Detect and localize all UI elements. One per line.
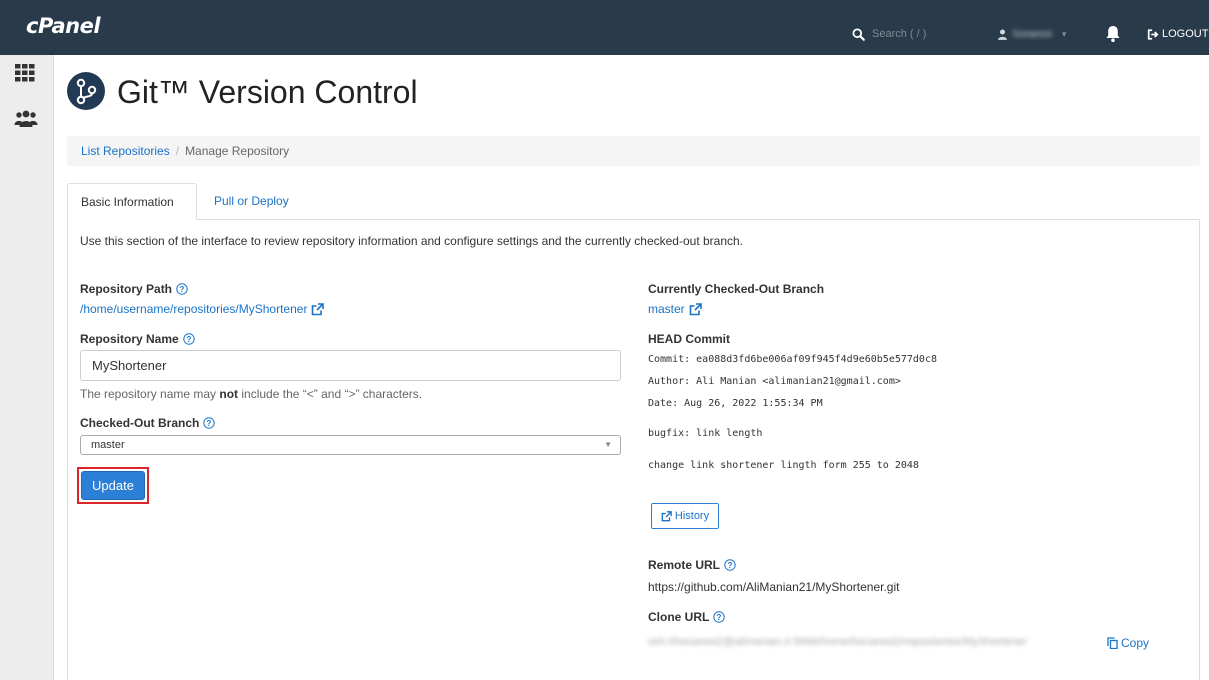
external-link-icon bbox=[661, 510, 672, 521]
bell-icon[interactable] bbox=[1105, 25, 1121, 43]
update-button[interactable]: Update bbox=[81, 471, 145, 500]
tab-basic-information[interactable]: Basic Information bbox=[67, 183, 197, 220]
hint-before: The repository name may bbox=[80, 387, 220, 401]
git-icon bbox=[67, 72, 105, 110]
svg-text:?: ? bbox=[717, 613, 722, 622]
cpanel-logo[interactable]: cPanel bbox=[26, 14, 101, 38]
repository-name-input[interactable] bbox=[80, 350, 621, 381]
repository-path-link[interactable]: /home/username/repositories/MyShortener bbox=[80, 302, 325, 316]
svg-text:?: ? bbox=[186, 335, 191, 344]
help-icon[interactable]: ? bbox=[203, 417, 216, 429]
commit-date: Date: Aug 26, 2022 1:55:34 PM bbox=[648, 398, 823, 409]
breadcrumb-current: Manage Repository bbox=[185, 144, 290, 158]
clone-url-value: ssh://honareoi2@alimanian.ir:9966/home/h… bbox=[648, 636, 1027, 648]
commit-body: change link shortener lingth form 255 to… bbox=[648, 460, 919, 471]
repository-name-hint: The repository name may not include the … bbox=[80, 387, 422, 401]
logout-button[interactable]: LOGOUT bbox=[1147, 24, 1208, 44]
external-link-icon bbox=[689, 302, 702, 315]
repository-path-value: /home/username/repositories/MyShortener bbox=[80, 302, 308, 316]
commit-subject: bugfix: link length bbox=[648, 428, 763, 439]
user-icon bbox=[998, 28, 1007, 40]
copy-icon bbox=[1107, 637, 1118, 649]
breadcrumb: List Repositories / Manage Repository bbox=[67, 136, 1200, 166]
commit-author: Author: Ali Manian <alimanian21@gmail.co… bbox=[648, 376, 901, 387]
head-commit-label: HEAD Commit bbox=[648, 332, 731, 346]
intro-text: Use this section of the interface to rev… bbox=[80, 234, 744, 248]
help-icon[interactable]: ? bbox=[724, 559, 736, 571]
current-branch-link[interactable]: master bbox=[648, 302, 702, 316]
external-link-icon bbox=[312, 302, 325, 315]
remote-url-label-text: Remote URL bbox=[648, 558, 721, 572]
hint-bold: not bbox=[219, 387, 239, 401]
user-name: honareoi bbox=[1013, 28, 1052, 40]
tab-pull-or-deploy[interactable]: Pull or Deploy bbox=[201, 183, 302, 220]
commit-hash: Commit: ea088d3fd6be006af09f945f4d9e60b5… bbox=[648, 354, 937, 365]
users-icon[interactable] bbox=[14, 110, 38, 128]
clone-url-label: Clone URL ? bbox=[648, 610, 726, 624]
chevron-down-icon: ▾ bbox=[1061, 28, 1067, 39]
search-input[interactable] bbox=[872, 28, 982, 40]
repository-path-label: Repository Path ? bbox=[80, 282, 188, 296]
breadcrumb-separator: / bbox=[175, 144, 180, 158]
left-rail bbox=[0, 55, 54, 680]
repository-path-label-text: Repository Path bbox=[80, 282, 173, 296]
remote-url-value: https://github.com/AliManian21/MyShorten… bbox=[648, 580, 900, 594]
tab-bar: Basic Information Pull or Deploy bbox=[67, 183, 1200, 220]
help-icon[interactable]: ? bbox=[183, 333, 195, 345]
breadcrumb-list-repositories[interactable]: List Repositories bbox=[81, 144, 170, 158]
help-icon[interactable]: ? bbox=[176, 283, 188, 295]
branch-select[interactable]: master ▼ bbox=[80, 435, 621, 455]
chevron-down-icon: ▼ bbox=[604, 440, 612, 449]
history-label: History bbox=[674, 510, 710, 522]
history-button[interactable]: History bbox=[651, 503, 719, 529]
copy-button[interactable]: Copy bbox=[1107, 636, 1149, 650]
search-box[interactable] bbox=[852, 26, 982, 42]
logout-label: LOGOUT bbox=[1162, 28, 1209, 40]
page-title: Git™ Version Control bbox=[117, 74, 418, 110]
help-icon[interactable]: ? bbox=[713, 611, 726, 623]
remote-url-label: Remote URL ? bbox=[648, 558, 736, 572]
checked-out-branch-label: Checked-Out Branch ? bbox=[80, 416, 216, 430]
svg-text:?: ? bbox=[207, 419, 212, 428]
hint-after: include the “<” and “>” characters. bbox=[238, 387, 423, 401]
user-menu[interactable]: honareoi ▾ bbox=[998, 26, 1066, 42]
top-bar: cPanel honareoi ▾ LOGOUT bbox=[0, 0, 1209, 55]
svg-text:?: ? bbox=[180, 285, 185, 294]
repository-name-label: Repository Name ? bbox=[80, 332, 195, 346]
search-icon bbox=[852, 27, 865, 41]
copy-label: Copy bbox=[1121, 636, 1150, 650]
logout-icon bbox=[1147, 28, 1159, 40]
svg-text:?: ? bbox=[728, 561, 733, 570]
grid-icon[interactable] bbox=[15, 64, 35, 82]
clone-url-label-text: Clone URL bbox=[648, 610, 710, 624]
branch-select-value: master bbox=[91, 439, 125, 451]
repository-name-label-text: Repository Name bbox=[80, 332, 179, 346]
current-branch-value: master bbox=[648, 302, 685, 316]
current-branch-label: Currently Checked-Out Branch bbox=[648, 282, 825, 296]
checked-out-branch-label-text: Checked-Out Branch bbox=[80, 416, 200, 430]
